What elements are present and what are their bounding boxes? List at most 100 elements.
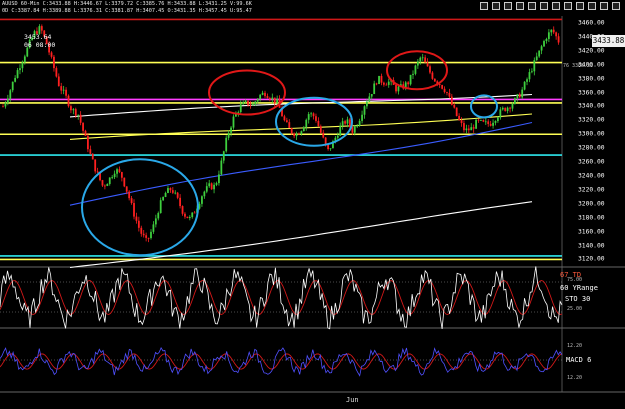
- sto-indicator-label: STO 30: [565, 295, 591, 303]
- candle-body: [103, 185, 106, 187]
- price-tick-label: 3160.00: [578, 228, 605, 236]
- candle-body: [518, 94, 521, 98]
- macd-tick-upper: 12.20: [567, 343, 583, 349]
- candle-body: [171, 190, 174, 193]
- candle-body: [535, 56, 538, 61]
- candle-body: [506, 107, 509, 111]
- candle-body: [307, 114, 310, 120]
- candle-body: [91, 153, 94, 160]
- candle-body: [501, 107, 504, 110]
- candle-body: [268, 97, 271, 100]
- candle-body: [429, 66, 431, 73]
- last-price-box: 3433.88: [592, 35, 625, 48]
- moving-average-line: [69, 113, 533, 140]
- candle-body: [4, 102, 7, 107]
- candle-body: [72, 109, 75, 111]
- candle-body: [14, 77, 17, 82]
- candle-body: [375, 83, 378, 85]
- candle-body: [208, 183, 211, 187]
- candle-body: [215, 183, 218, 185]
- candle-body: [108, 177, 111, 184]
- candle-body: [79, 114, 82, 123]
- price-tick-label: 3360.00: [578, 89, 605, 96]
- price-tick-label: 3420.00: [578, 47, 605, 55]
- candle-body: [150, 231, 152, 239]
- candle-body: [373, 83, 376, 95]
- candle-body: [142, 233, 145, 236]
- candle-body: [322, 132, 325, 138]
- candle-body: [188, 217, 191, 219]
- candle-body: [16, 70, 19, 78]
- price-tick-label: 3460.00: [578, 19, 605, 27]
- candle-body: [135, 216, 138, 221]
- candle-body: [123, 177, 126, 187]
- candle-body: [310, 113, 313, 115]
- candle-body: [82, 122, 84, 131]
- candle-body: [368, 96, 371, 102]
- candle-body: [521, 89, 524, 98]
- candle-body: [533, 60, 536, 72]
- candle-body: [293, 133, 296, 137]
- candle-body: [446, 92, 448, 93]
- candle-body: [218, 174, 220, 184]
- candle-body: [492, 122, 494, 126]
- price-tick-label: 3180.00: [578, 214, 605, 222]
- candle-body: [181, 206, 184, 214]
- candle-body: [363, 106, 366, 115]
- candle-body: [159, 200, 162, 214]
- candle-body: [300, 131, 303, 135]
- resistance-ellipse: [208, 69, 286, 116]
- candle-body: [264, 92, 266, 97]
- candle-body: [302, 127, 305, 132]
- candle-body: [176, 192, 179, 198]
- x-axis-label-jun: Jun: [346, 396, 359, 404]
- candle-body: [470, 127, 473, 131]
- candle-body: [87, 135, 89, 150]
- candle-body: [116, 169, 118, 174]
- candle-body: [552, 29, 555, 33]
- sto-tick-upper: 75.00: [567, 277, 583, 283]
- candle-body: [327, 144, 329, 150]
- candle-body: [249, 105, 252, 107]
- candle-body: [419, 57, 422, 62]
- candle-body: [426, 62, 429, 67]
- candle-body: [11, 81, 14, 91]
- candle-body: [458, 115, 461, 121]
- candle-body: [21, 62, 24, 69]
- candle-body: [344, 121, 346, 124]
- candle-body: [201, 196, 203, 204]
- candle-body: [407, 82, 410, 85]
- candle-body: [475, 119, 477, 129]
- candle-body: [528, 72, 531, 80]
- price-chart[interactable]: [0, 0, 625, 409]
- candle-body: [358, 120, 361, 126]
- high-price-annotation: 3453.64: [24, 33, 52, 41]
- price-tick-label: 3240.00: [578, 172, 605, 180]
- candle-body: [443, 88, 446, 93]
- candle-body: [378, 75, 380, 85]
- candle-body: [179, 197, 182, 207]
- candle-body: [237, 112, 240, 113]
- candle-body: [523, 81, 526, 90]
- candle-body: [276, 99, 279, 103]
- candle-body: [220, 160, 223, 175]
- candle-body: [414, 65, 417, 74]
- candle-body: [463, 123, 465, 131]
- macd-tick-lower: 12.20: [567, 375, 583, 381]
- candle-body: [256, 99, 259, 102]
- candle-body: [467, 128, 470, 131]
- candle-body: [315, 116, 317, 121]
- price-tick-label: 3260.00: [578, 158, 605, 166]
- candle-body: [543, 40, 545, 47]
- candle-body: [341, 121, 344, 126]
- candle-body: [130, 198, 133, 204]
- candle-body: [251, 103, 254, 106]
- candle-body: [295, 133, 298, 137]
- candle-body: [339, 125, 342, 136]
- candle-body: [84, 130, 87, 136]
- candle-body: [545, 38, 548, 41]
- candle-body: [312, 113, 315, 117]
- candle-body: [329, 148, 332, 150]
- candle-body: [55, 68, 58, 77]
- candle-body: [412, 73, 414, 75]
